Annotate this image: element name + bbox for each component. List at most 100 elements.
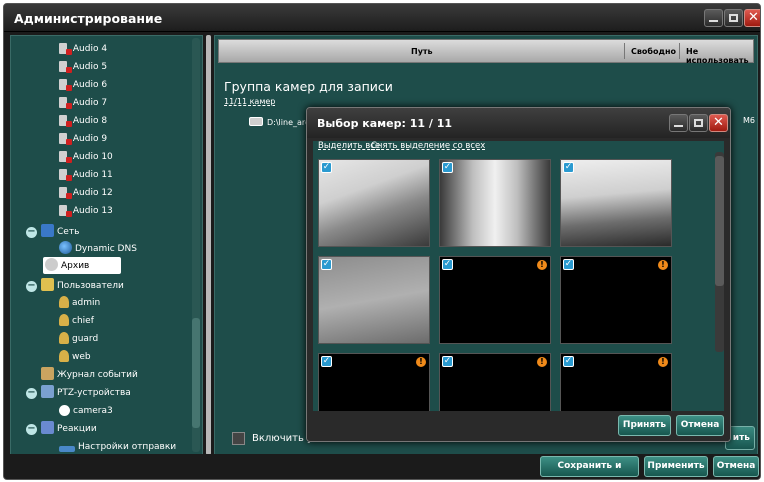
checkbox-checked-icon[interactable]: ✓	[321, 356, 332, 367]
tree-item-audio-5[interactable]: Audio 5	[59, 58, 107, 76]
deselect-all-link[interactable]: Снять выделение со всех	[371, 141, 485, 151]
dialog-title: Выбор камер: 11 / 11	[317, 117, 453, 130]
tree-item-reactions[interactable]: Реакции	[41, 420, 97, 438]
camera-group-title: Группа камер для записи	[224, 79, 393, 94]
user-icon	[59, 350, 69, 362]
checkbox-checked-icon[interactable]: ✓	[442, 259, 453, 270]
tree-item-users[interactable]: Пользователи	[41, 277, 124, 295]
checkbox-checked-icon[interactable]: ✓	[321, 259, 332, 270]
checkbox-checked-icon[interactable]: ✓	[442, 356, 453, 367]
pane-splitter[interactable]	[206, 35, 211, 455]
checkbox-checked-icon[interactable]: ✓	[563, 356, 574, 367]
collapse-users-toggle[interactable]: −	[26, 281, 37, 292]
checkbox-checked-icon[interactable]: ✓	[563, 259, 574, 270]
maximize-icon	[694, 119, 703, 127]
audio-disabled-icon	[59, 151, 72, 163]
warning-icon: !	[416, 357, 426, 367]
minimize-button[interactable]	[704, 9, 723, 27]
dialog-cancel-button[interactable]: Отмена	[676, 415, 724, 436]
tree-item-camera3[interactable]: camera3	[59, 402, 113, 420]
close-icon: ✕	[713, 115, 724, 130]
camera-tile[interactable]: ✓!	[439, 353, 551, 412]
user-icon	[59, 332, 69, 344]
tree-item-archive-selected[interactable]: Архив	[43, 257, 121, 274]
tree-item-web[interactable]: web	[59, 348, 91, 366]
dialog-maximize-button[interactable]	[689, 114, 708, 132]
checkbox-checked-icon[interactable]: ✓	[442, 162, 453, 173]
column-path[interactable]: Путь	[411, 47, 433, 56]
dialog-scrollbar-thumb[interactable]	[715, 156, 724, 286]
minimize-icon	[709, 20, 718, 22]
collapse-network-toggle[interactable]: −	[26, 227, 37, 238]
camera-group-count-link[interactable]: 11/11 камер	[224, 97, 275, 106]
dialog-close-button[interactable]: ✕	[709, 114, 728, 132]
bottom-bar: Сохранить и выйти Применить Отмена	[4, 454, 760, 479]
reactions-icon	[41, 421, 54, 434]
camera-tile[interactable]: ✓!	[560, 256, 672, 344]
audio-disabled-icon	[59, 97, 72, 109]
tree-item-audio-12[interactable]: Audio 12	[59, 184, 113, 202]
checkbox-checked-icon[interactable]: ✓	[563, 162, 574, 173]
apply-button[interactable]: Применить	[644, 456, 708, 477]
enable-checkbox[interactable]	[232, 432, 245, 445]
storage-path-row[interactable]: D:\line_arch	[249, 117, 314, 127]
audio-disabled-icon	[59, 205, 72, 217]
camera-select-dialog: Выбор камер: 11 / 11 ✕ Выделить все Снят…	[306, 107, 731, 442]
save-and-exit-button[interactable]: Сохранить и выйти	[540, 456, 639, 477]
tree-item-audio-4[interactable]: Audio 4	[59, 40, 107, 58]
accept-button[interactable]: Принять	[618, 415, 671, 436]
storage-m6-label: M6	[743, 116, 755, 125]
tree-item-network[interactable]: Сеть	[41, 223, 79, 241]
archive-icon	[45, 258, 58, 271]
camera-tile[interactable]: ✓	[318, 256, 430, 344]
camera-icon	[59, 405, 70, 416]
tree-item-dynamic-dns[interactable]: Dynamic DNS	[59, 240, 137, 258]
tree-item-audio-8[interactable]: Audio 8	[59, 112, 107, 130]
collapse-ptz-toggle[interactable]: −	[26, 388, 37, 399]
tree-item-audio-13[interactable]: Audio 13	[59, 202, 113, 220]
audio-disabled-icon	[59, 79, 72, 91]
audio-disabled-icon	[59, 133, 72, 145]
tree-item-chief[interactable]: chief	[59, 312, 94, 330]
close-button[interactable]: ✕	[744, 9, 760, 27]
title-bar: Администрирование ✕	[4, 4, 760, 32]
camera-tile[interactable]: ✓!	[560, 353, 672, 412]
collapse-reactions-toggle[interactable]: −	[26, 424, 37, 435]
tree-item-archive[interactable]: Архив	[45, 257, 89, 275]
footer-cancel-button[interactable]: Отмена	[713, 456, 759, 477]
globe-icon	[59, 241, 72, 254]
camera-tile[interactable]: ✓	[318, 159, 430, 247]
column-unused[interactable]: Не использовать	[686, 47, 753, 65]
tree-item-send-settings[interactable]: Настройки отправки	[59, 438, 176, 454]
dialog-minimize-button[interactable]	[669, 114, 688, 132]
camera-tile[interactable]: ✓	[560, 159, 672, 247]
camera-tile[interactable]: ✓!	[439, 256, 551, 344]
user-icon	[59, 314, 69, 326]
tree-item-guard[interactable]: guard	[59, 330, 98, 348]
column-separator	[679, 43, 680, 59]
camera-tile[interactable]: ✓	[439, 159, 551, 247]
audio-disabled-icon	[59, 169, 72, 181]
settings-tree: Audio 4 Audio 5 Audio 6 Audio 7 Audio 8 …	[10, 35, 203, 455]
column-free[interactable]: Свободно	[631, 47, 676, 56]
tree-item-audio-10[interactable]: Audio 10	[59, 148, 113, 166]
audio-disabled-icon	[59, 61, 72, 73]
tree-item-audio-6[interactable]: Audio 6	[59, 76, 107, 94]
camera-grid: ✓ ✓ ✓ ✓ ✓! ✓! ✓! ✓! ✓!	[318, 159, 706, 412]
camera-tile[interactable]: ✓!	[318, 353, 430, 412]
tree-item-ptz[interactable]: PTZ-устройства	[41, 384, 131, 402]
audio-disabled-icon	[59, 43, 72, 55]
minimize-icon	[674, 125, 683, 127]
tree-item-audio-7[interactable]: Audio 7	[59, 94, 107, 112]
tree-scrollbar-thumb[interactable]	[192, 318, 200, 428]
checkbox-checked-icon[interactable]: ✓	[321, 162, 332, 173]
tree-item-audio-9[interactable]: Audio 9	[59, 130, 107, 148]
maximize-button[interactable]	[724, 9, 743, 27]
column-separator	[624, 43, 625, 59]
warning-icon: !	[658, 357, 668, 367]
tree-item-event-log[interactable]: Журнал событий	[41, 366, 138, 384]
tree-item-admin[interactable]: admin	[59, 294, 100, 312]
network-icon	[41, 224, 54, 237]
users-icon	[41, 278, 54, 291]
tree-item-audio-11[interactable]: Audio 11	[59, 166, 113, 184]
